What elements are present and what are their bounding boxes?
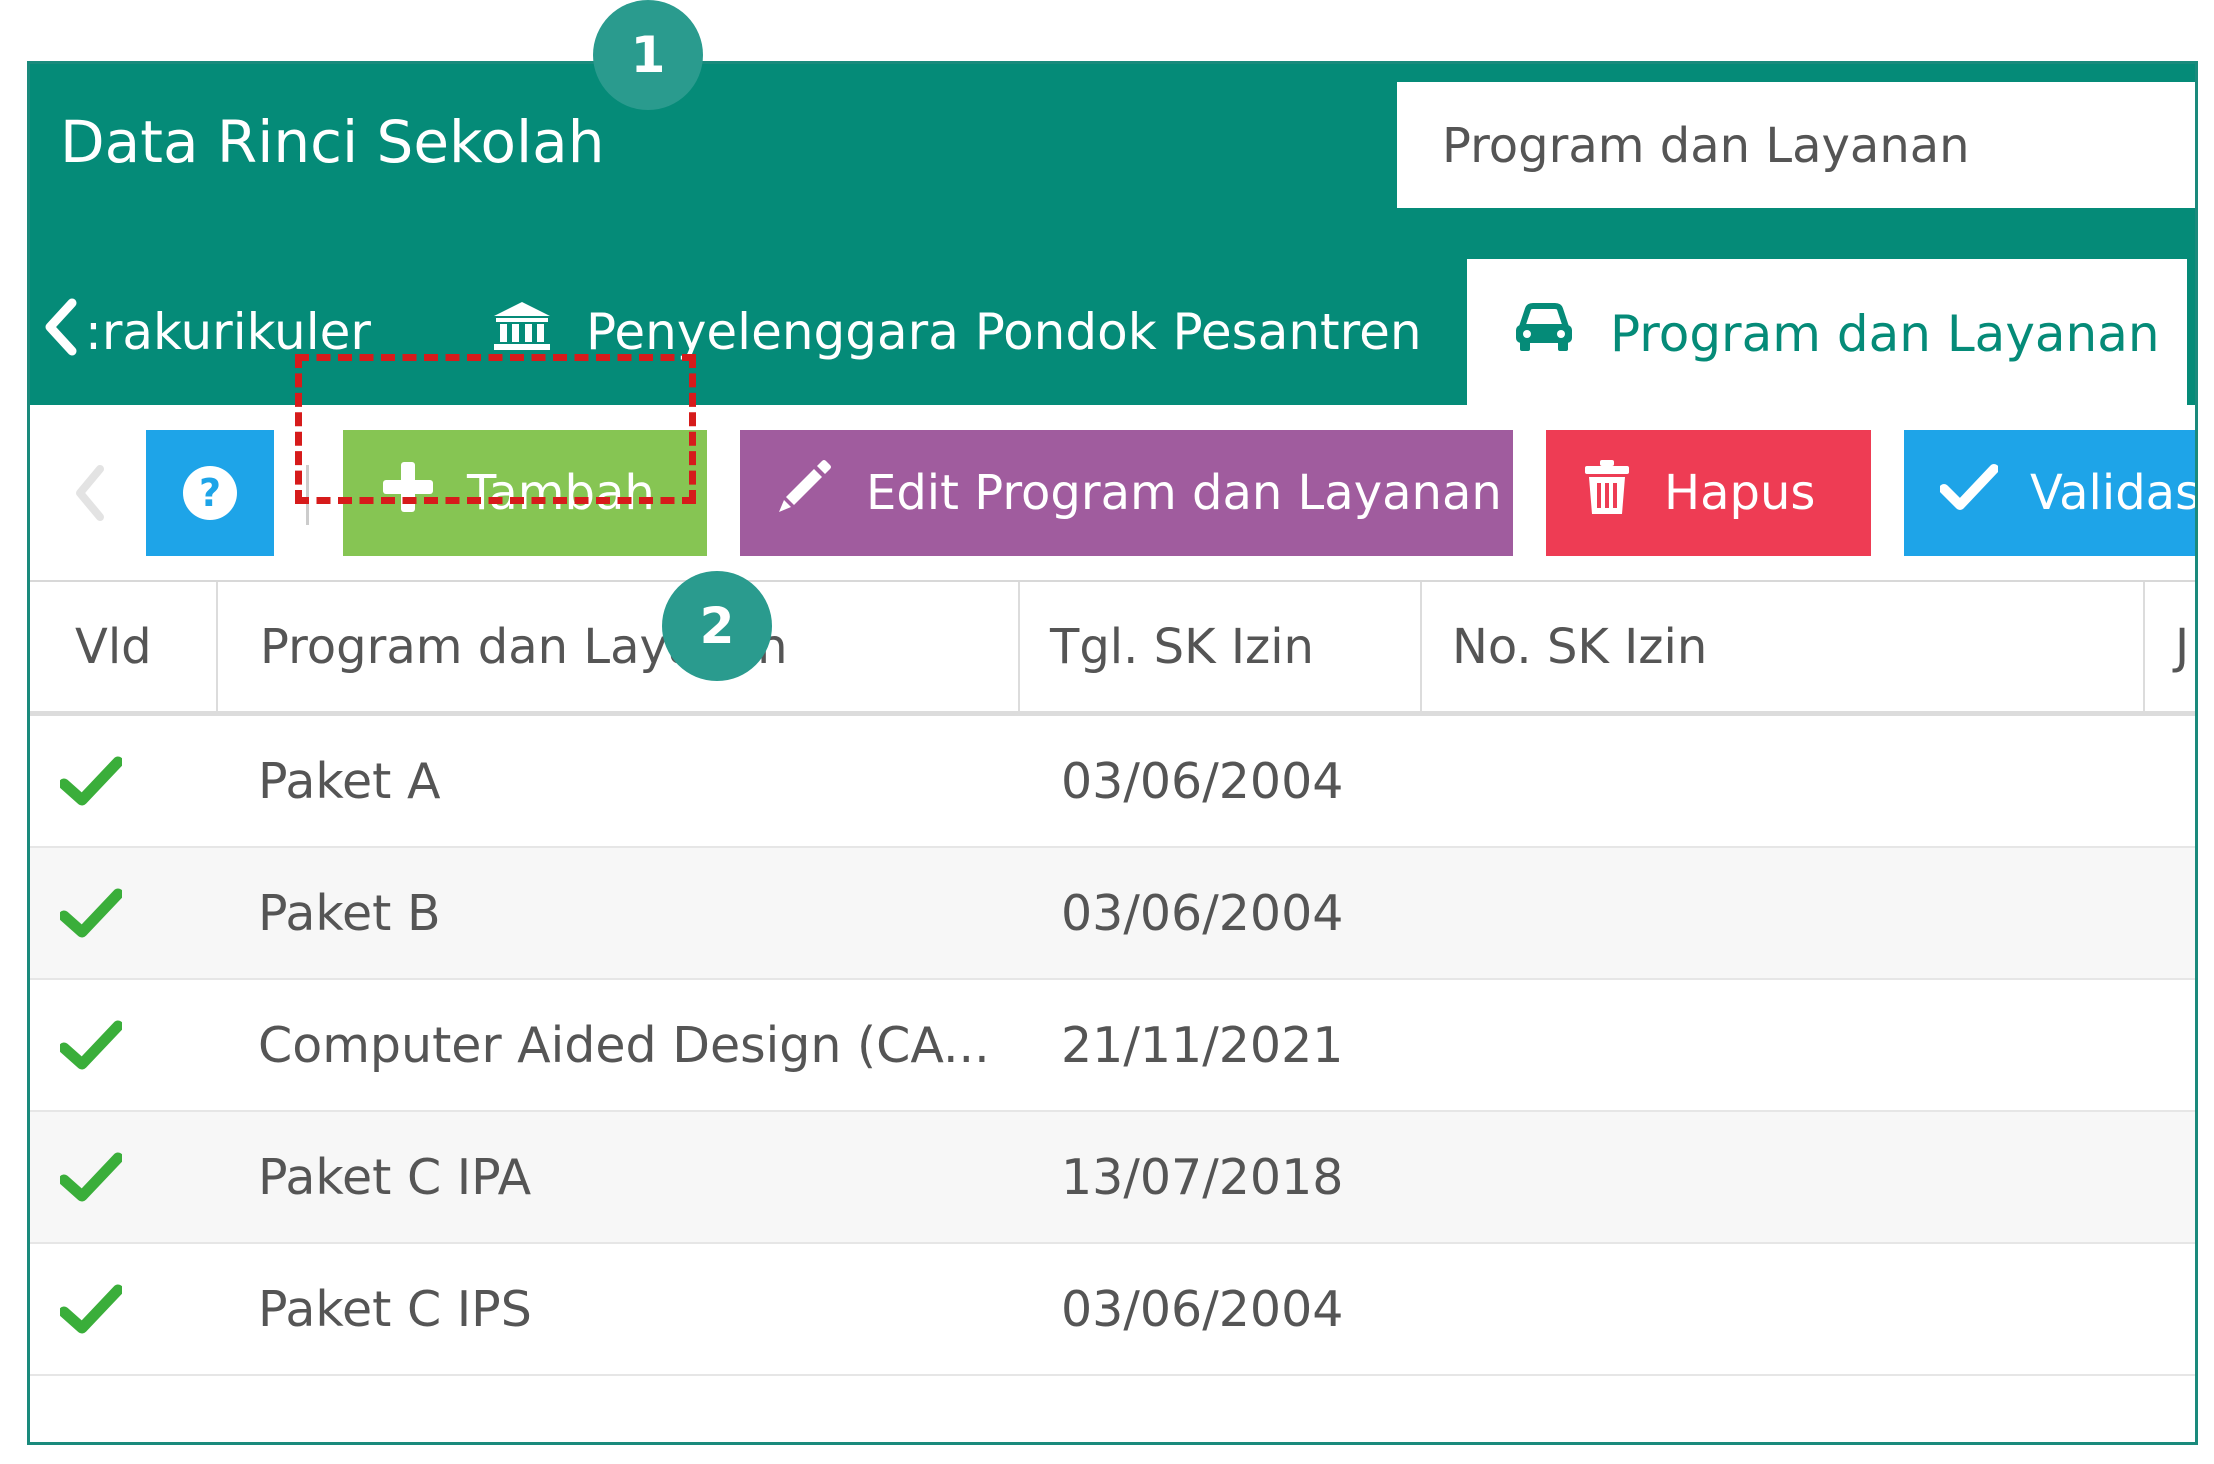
- valid-check-icon: [60, 1244, 122, 1374]
- table-row[interactable]: Computer Aided Design (CA... 21/11/2021: [30, 980, 2195, 1112]
- check-icon: [1939, 463, 1999, 523]
- callout-badge-1: 1: [593, 0, 703, 110]
- chevron-left-icon: [76, 465, 104, 521]
- help-button[interactable]: ?: [146, 430, 274, 556]
- car-icon: [1512, 303, 1576, 365]
- edit-button[interactable]: Edit Program dan Layanan: [740, 430, 1513, 556]
- column-header-vld[interactable]: Vld: [30, 582, 216, 711]
- cell-program: Paket A: [258, 752, 441, 810]
- delete-button-label: Hapus: [1664, 465, 1816, 521]
- table-header: Vld Program dan Layanan Tgl. SK Izin No.…: [30, 582, 2195, 716]
- column-header-partial[interactable]: J: [2143, 582, 2195, 711]
- table-row[interactable]: Paket B 03/06/2004: [30, 848, 2195, 980]
- cell-tgl: 21/11/2021: [1061, 1016, 1344, 1074]
- delete-button[interactable]: Hapus: [1546, 430, 1871, 556]
- column-header-program[interactable]: Program dan Layanan: [216, 582, 1018, 711]
- edit-button-label: Edit Program dan Layanan: [866, 465, 1502, 521]
- app-window: Data Rinci Sekolah Program dan Layanan :…: [27, 61, 2198, 1445]
- valid-check-icon: [60, 716, 122, 846]
- cell-program: Paket C IPS: [258, 1280, 532, 1338]
- valid-check-icon: [60, 848, 122, 978]
- tab-label: Program dan Layanan: [1610, 305, 2160, 363]
- valid-check-icon: [60, 1112, 122, 1242]
- section-select-value: Program dan Layanan: [1442, 118, 1970, 174]
- column-header-no-sk-izin[interactable]: No. SK Izin: [1420, 582, 2143, 711]
- chevron-left-icon[interactable]: [40, 297, 80, 357]
- tambah-highlight-box: [295, 354, 696, 504]
- validate-button-label: Validas: [2030, 465, 2198, 521]
- trash-icon: [1582, 458, 1632, 528]
- valid-check-icon: [60, 980, 122, 1110]
- cell-program: Paket C IPA: [258, 1148, 532, 1206]
- cell-program: Paket B: [258, 884, 441, 942]
- question-circle-icon: ?: [183, 466, 237, 520]
- section-select[interactable]: Program dan Layanan: [1397, 82, 2195, 208]
- callout-badge-2: 2: [662, 571, 772, 681]
- page-title: Data Rinci Sekolah: [60, 108, 605, 176]
- tab-label: Penyelenggara Pondok Pesantren: [586, 303, 1422, 361]
- tab-program-dan-layanan[interactable]: Program dan Layanan: [1467, 259, 2187, 409]
- cell-program: Computer Aided Design (CA...: [258, 1016, 990, 1074]
- table-row[interactable]: Paket A 03/06/2004: [30, 716, 2195, 848]
- cell-tgl: 03/06/2004: [1061, 884, 1344, 942]
- pencil-icon: [774, 457, 834, 529]
- cell-tgl: 13/07/2018: [1061, 1148, 1344, 1206]
- previous-button[interactable]: [60, 430, 120, 556]
- table-body: Paket A 03/06/2004 Paket B 03/06/2004 Co…: [30, 716, 2195, 1376]
- cell-tgl: 03/06/2004: [1061, 1280, 1344, 1338]
- validate-button[interactable]: Validas: [1904, 430, 2198, 556]
- table-row[interactable]: Paket C IPA 13/07/2018: [30, 1112, 2195, 1244]
- tab-label: :rakurikuler: [85, 303, 371, 361]
- table-row[interactable]: Paket C IPS 03/06/2004: [30, 1244, 2195, 1376]
- cell-tgl: 03/06/2004: [1061, 752, 1344, 810]
- column-header-tgl-sk-izin[interactable]: Tgl. SK Izin: [1018, 582, 1420, 711]
- svg-text:?: ?: [199, 471, 221, 515]
